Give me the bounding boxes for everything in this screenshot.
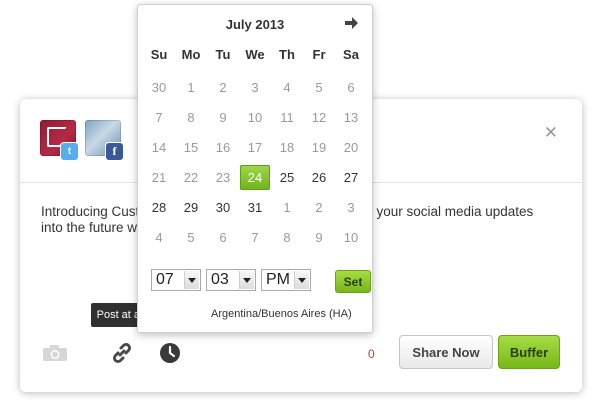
weekday-header: Su Mo Tu We Th Fr Sa [143, 47, 367, 62]
minute-select[interactable]: 03 [206, 269, 256, 291]
weekday-label: We [245, 47, 265, 62]
calendar-day[interactable]: 7 [143, 105, 175, 130]
calendar-day[interactable]: 16 [207, 135, 239, 160]
calendar-day[interactable]: 14 [143, 135, 175, 160]
calendar-day-selected[interactable]: 24 [240, 165, 270, 190]
calendar-day[interactable]: 1 [271, 195, 303, 220]
calendar-day[interactable]: 5 [175, 225, 207, 250]
date-picker: July 2013 Su Mo Tu We Th Fr Sa 30 1 2 3 … [137, 4, 373, 333]
calendar-day[interactable]: 4 [143, 225, 175, 250]
month-label: July 2013 [225, 17, 285, 32]
share-now-button[interactable]: Share Now [399, 335, 493, 369]
calendar-day[interactable]: 29 [175, 195, 207, 220]
calendar-day[interactable]: 30 [207, 195, 239, 220]
hour-value: 07 [156, 271, 174, 288]
weekday-label: Sa [343, 47, 359, 62]
ampm-value: PM [266, 271, 290, 288]
calendar-day[interactable]: 18 [271, 135, 303, 160]
calendar-day[interactable]: 25 [271, 165, 303, 190]
minute-value: 03 [211, 271, 229, 288]
calendar-day[interactable]: 27 [335, 165, 367, 190]
calendar-day[interactable]: 1 [175, 75, 207, 100]
profile-selector: t f [40, 120, 123, 160]
twitter-icon: t [61, 143, 78, 160]
screen: t f ✕ Introducing Custom Scheduling, a n… [0, 0, 607, 413]
calendar-day[interactable]: 28 [143, 195, 175, 220]
chevron-down-icon [239, 271, 254, 289]
link-icon[interactable] [110, 341, 134, 365]
calendar-day[interactable]: 12 [303, 105, 335, 130]
calendar-day[interactable]: 31 [239, 195, 271, 220]
calendar-day[interactable]: 10 [335, 225, 367, 250]
calendar-day[interactable]: 17 [239, 135, 271, 160]
calendar-day[interactable]: 8 [271, 225, 303, 250]
calendar-week: 30 1 2 3 4 5 6 [143, 75, 367, 100]
calendar-week: 7 8 9 10 11 12 13 [143, 105, 367, 130]
calendar-day[interactable]: 20 [335, 135, 367, 160]
calendar-week: 4 5 6 7 8 9 10 [143, 225, 367, 250]
calendar-day[interactable]: 21 [143, 165, 175, 190]
set-button[interactable]: Set [335, 270, 371, 293]
calendar-day[interactable]: 9 [207, 105, 239, 130]
twitter-profile-avatar[interactable]: t [40, 120, 78, 160]
calendar-day[interactable]: 7 [239, 225, 271, 250]
calendar-day[interactable]: 8 [175, 105, 207, 130]
calendar-day[interactable]: 19 [303, 135, 335, 160]
calendar-day[interactable]: 2 [207, 75, 239, 100]
calendar-day[interactable]: 6 [335, 75, 367, 100]
ampm-select[interactable]: PM [261, 269, 311, 291]
chevron-down-icon [294, 271, 309, 289]
weekday-label: Th [279, 47, 295, 62]
camera-icon[interactable] [42, 341, 68, 365]
calendar-day[interactable]: 2 [303, 195, 335, 220]
calendar-day[interactable]: 5 [303, 75, 335, 100]
facebook-icon: f [106, 143, 123, 160]
calendar-day[interactable]: 9 [303, 225, 335, 250]
calendar-day[interactable]: 15 [175, 135, 207, 160]
weekday-label: Su [150, 47, 168, 62]
calendar-day[interactable]: 3 [239, 75, 271, 100]
calendar-week: 28 29 30 31 1 2 3 [143, 195, 367, 220]
calendar-day[interactable]: 11 [271, 105, 303, 130]
calendar-day[interactable]: 3 [335, 195, 367, 220]
calendar-day[interactable]: 22 [175, 165, 207, 190]
clock-icon[interactable] [158, 341, 182, 365]
calendar-day[interactable]: 4 [271, 75, 303, 100]
character-count: 0 [368, 347, 375, 361]
weekday-label: Fr [312, 47, 326, 62]
calendar-day[interactable]: 13 [335, 105, 367, 130]
next-month-arrow-icon[interactable] [344, 16, 359, 30]
calendar-day[interactable]: 23 [207, 165, 239, 190]
weekday-label: Tu [215, 47, 231, 62]
calendar-week: 14 15 16 17 18 19 20 [143, 135, 367, 160]
calendar-day[interactable]: 26 [303, 165, 335, 190]
timezone-label: Argentina/Buenos Aires (HA) [211, 308, 352, 320]
calendar-week: 21 22 23 24 25 26 27 [143, 165, 367, 190]
chevron-down-icon [184, 271, 199, 289]
calendar-day[interactable]: 6 [207, 225, 239, 250]
calendar-day[interactable]: 30 [143, 75, 175, 100]
weekday-label: Mo [181, 47, 201, 62]
buffer-button[interactable]: Buffer [498, 335, 560, 369]
close-icon[interactable]: ✕ [544, 123, 558, 143]
hour-select[interactable]: 07 [151, 269, 201, 291]
calendar-day[interactable]: 10 [239, 105, 271, 130]
facebook-profile-avatar[interactable]: f [85, 120, 123, 160]
